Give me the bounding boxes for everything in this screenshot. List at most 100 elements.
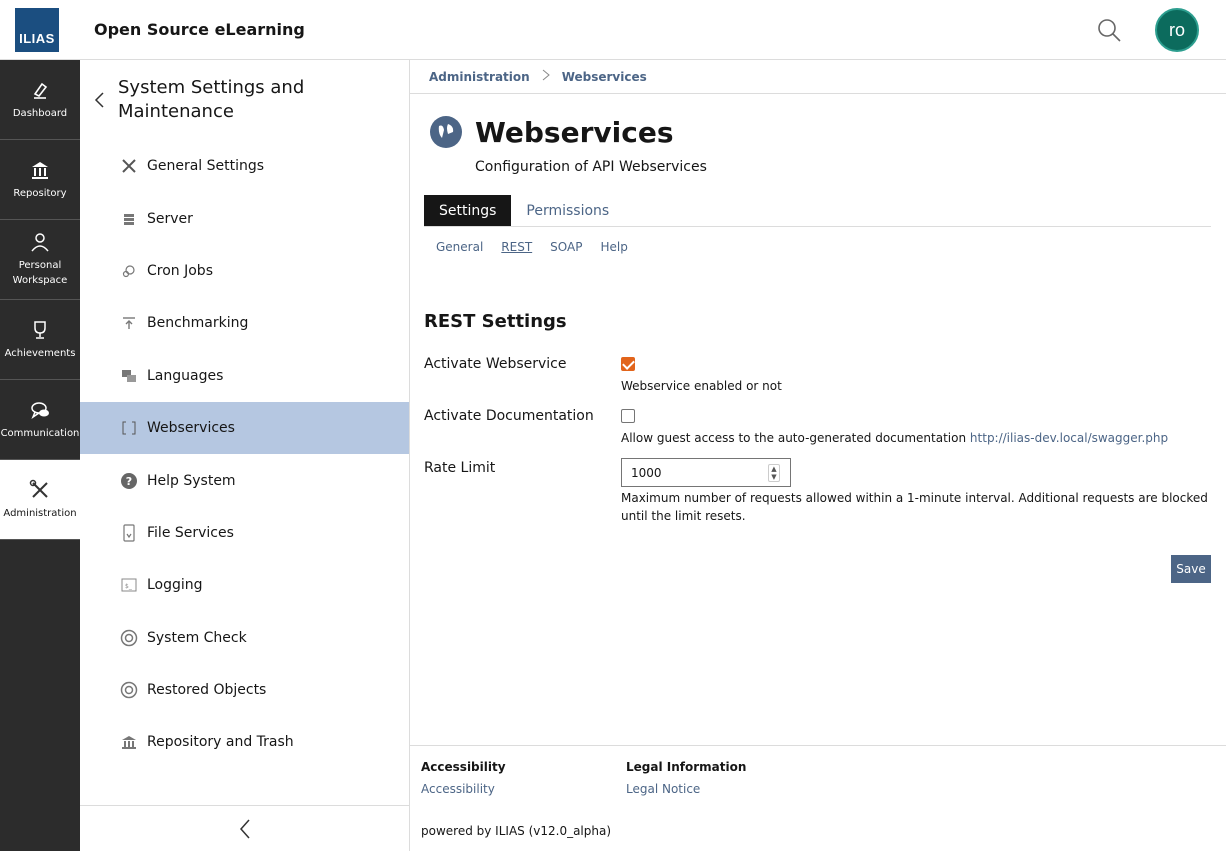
rate-limit-input[interactable]: 1000 ▲ ▼ (621, 458, 791, 487)
mainbar-item-administration[interactable]: Administration (0, 460, 80, 540)
slate-item-label: General Settings (147, 158, 265, 175)
footer-accessibility: Accessibility Accessibility (421, 760, 506, 796)
tab-permissions[interactable]: Permissions (511, 195, 624, 226)
mainbar-label: Repository (13, 187, 67, 199)
tools-icon (29, 479, 48, 498)
collapse-slate-button[interactable] (80, 805, 409, 851)
section-title: REST Settings (424, 311, 567, 332)
activate-documentation-label: Activate Documentation (424, 408, 594, 424)
mainbar-label: Communication (0, 427, 80, 439)
slate-item-label: Help System (147, 472, 236, 489)
save-button[interactable]: Save (1171, 555, 1211, 583)
lifebuoy-icon (120, 681, 138, 699)
mainbar-item-personal-workspace[interactable]: Personal Workspace (0, 220, 80, 300)
slate-item-label: Server (147, 210, 193, 227)
footer-accessibility-heading: Accessibility (421, 760, 506, 774)
mainbar-item-repository[interactable]: Repository (0, 140, 80, 220)
slate-item-languages[interactable]: Languages (80, 350, 409, 402)
slate-item-file-services[interactable]: File Services (80, 507, 409, 559)
subtab-soap[interactable]: SOAP (550, 240, 582, 254)
logging-icon: $_ (120, 576, 138, 594)
slate-item-cron-jobs[interactable]: Cron Jobs (80, 245, 409, 297)
slate-item-system-check[interactable]: System Check (80, 612, 409, 664)
slate-item-server[interactable]: Server (80, 192, 409, 244)
number-spinner[interactable]: ▲ ▼ (768, 464, 780, 482)
tab-settings[interactable]: Settings (424, 195, 512, 226)
slate-item-label: Webservices (147, 420, 235, 437)
activate-documentation-byline: Allow guest access to the auto-generated… (621, 429, 1168, 447)
svg-text:?: ? (126, 475, 132, 488)
slate-item-general-settings[interactable]: General Settings (80, 140, 409, 192)
activate-webservice-checkbox[interactable] (621, 357, 635, 371)
top-bar: ILIAS Open Source eLearning ro (0, 0, 1226, 60)
tools-icon (120, 157, 138, 175)
main-content: Administration Webservices Webservices C… (410, 60, 1226, 745)
footer-legal-notice-link[interactable]: Legal Notice (626, 782, 700, 796)
subtab-rest[interactable]: REST (501, 240, 532, 254)
activate-documentation-checkbox[interactable] (621, 409, 635, 423)
mainbar-label: Achievements (4, 347, 76, 359)
person-icon (31, 233, 49, 252)
mainbar-label: Dashboard (12, 107, 68, 119)
site-title: Open Source eLearning (94, 20, 305, 39)
slate-title: System Settings and Maintenance (118, 77, 305, 122)
slate-item-label: File Services (147, 524, 234, 541)
lifebuoy-icon (120, 629, 138, 647)
server-icon (120, 210, 138, 228)
slate-item-label: Languages (147, 367, 224, 384)
user-avatar[interactable]: ro (1155, 8, 1199, 52)
breadcrumb: Administration Webservices (410, 60, 1226, 94)
logo-text: ILIAS (19, 31, 55, 46)
ilias-logo[interactable]: ILIAS (15, 8, 59, 52)
slate-item-label: Logging (147, 577, 203, 594)
slate-item-repository-and-trash[interactable]: Repository and Trash (80, 716, 409, 768)
breadcrumb-administration[interactable]: Administration (429, 70, 530, 84)
webservices-icon (120, 419, 138, 437)
cron-icon (120, 262, 138, 280)
repository-icon (120, 733, 138, 751)
mainbar-label: Administration (3, 507, 77, 519)
slate-item-help-system[interactable]: ? Help System (80, 454, 409, 506)
footer-accessibility-link[interactable]: Accessibility (421, 782, 495, 796)
footer: Accessibility Accessibility Legal Inform… (410, 745, 1226, 851)
trophy-icon (34, 320, 46, 339)
slate-item-label: Benchmarking (147, 315, 249, 332)
subtab-general[interactable]: General (436, 240, 483, 254)
slate-item-label: Cron Jobs (147, 262, 213, 279)
footer-legal-heading: Legal Information (626, 760, 747, 774)
tabs: Settings Permissions (424, 195, 1211, 227)
spin-up-icon[interactable]: ▲ (771, 465, 776, 473)
languages-icon (120, 367, 138, 385)
slate-panel: System Settings and Maintenance General … (80, 60, 410, 851)
main-bar: Dashboard Repository Personal Workspace … (0, 60, 80, 851)
powered-by: powered by ILIAS (v12.0_alpha) (421, 824, 612, 838)
slate-item-label: Restored Objects (147, 682, 267, 699)
breadcrumb-webservices[interactable]: Webservices (562, 70, 647, 84)
mainbar-item-communication[interactable]: Communication (0, 380, 80, 460)
chevron-left-icon (239, 819, 250, 838)
slate-item-restored-objects[interactable]: Restored Objects (80, 664, 409, 716)
file-icon (120, 524, 138, 542)
activate-webservice-label: Activate Webservice (424, 356, 567, 372)
rate-limit-label: Rate Limit (424, 460, 496, 476)
svg-text:$_: $_ (125, 583, 133, 590)
slate-header: System Settings and Maintenance (80, 60, 409, 140)
search-icon[interactable] (1096, 17, 1122, 43)
mainbar-item-achievements[interactable]: Achievements (0, 300, 80, 380)
subtab-help[interactable]: Help (600, 240, 627, 254)
rate-limit-byline: Maximum number of requests allowed withi… (621, 491, 1208, 523)
chevron-left-icon[interactable] (92, 90, 108, 110)
swagger-link[interactable]: http://ilias-dev.local/swagger.php (970, 431, 1168, 445)
slate-item-benchmarking[interactable]: Benchmarking (80, 297, 409, 349)
mainbar-label: Personal Workspace (12, 260, 68, 286)
documentation-byline-text: Allow guest access to the auto-generated… (621, 431, 967, 445)
page-description: Configuration of API Webservices (475, 159, 707, 175)
repository-icon (32, 161, 48, 179)
slate-item-logging[interactable]: $_ Logging (80, 559, 409, 611)
help-icon: ? (120, 472, 138, 490)
mainbar-item-dashboard[interactable]: Dashboard (0, 60, 80, 140)
page-title: Webservices (475, 116, 674, 149)
subtabs: General REST SOAP Help (436, 240, 646, 254)
slate-item-webservices[interactable]: Webservices (80, 401, 409, 455)
spin-down-icon[interactable]: ▼ (771, 473, 776, 481)
